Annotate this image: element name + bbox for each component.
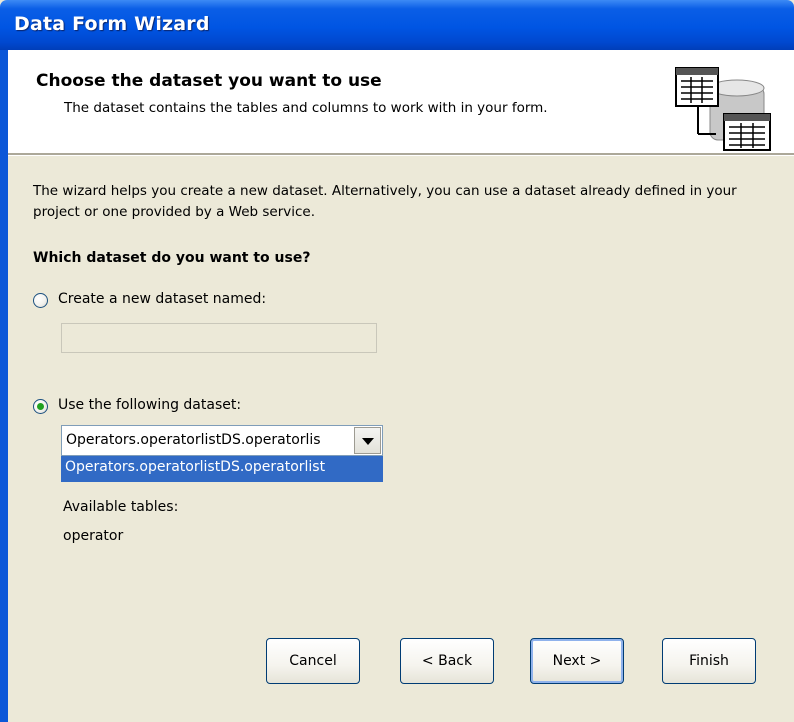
intro-text: The wizard helps you create a new datase…: [33, 183, 737, 220]
radio-use-existing[interactable]: [33, 399, 48, 414]
chevron-down-icon[interactable]: [354, 427, 381, 454]
window-frame-left: [0, 50, 8, 722]
cancel-button[interactable]: Cancel: [266, 638, 360, 684]
dataset-dropdown-item[interactable]: Operators.operatorlistDS.operatorlist: [61, 456, 383, 482]
radio-create-new[interactable]: [33, 293, 48, 308]
dataset-icon: [675, 67, 771, 151]
radio-create-new-label[interactable]: Create a new dataset named:: [58, 291, 266, 307]
next-button[interactable]: Next >: [530, 638, 624, 684]
header-subtitle: The dataset contains the tables and colu…: [64, 100, 548, 116]
dataset-combo[interactable]: Operators.operatorlistDS.operatorlis: [61, 425, 383, 456]
available-tables-label: Available tables:: [63, 499, 179, 515]
wizard-content: The wizard helps you create a new datase…: [8, 156, 794, 722]
new-dataset-name-input: [61, 323, 377, 353]
radio-use-existing-label[interactable]: Use the following dataset:: [58, 397, 241, 413]
wizard-header: Choose the dataset you want to use The d…: [8, 50, 794, 153]
finish-button[interactable]: Finish: [662, 638, 756, 684]
radio-selected-dot: [37, 403, 44, 410]
back-button[interactable]: < Back: [400, 638, 494, 684]
table-item: operator: [63, 528, 124, 544]
title-bar[interactable]: Data Form Wizard: [0, 0, 794, 50]
window-title: Data Form Wizard: [14, 13, 210, 35]
question-label: Which dataset do you want to use?: [33, 250, 311, 266]
dataset-combo-value: Operators.operatorlistDS.operatorlis: [66, 432, 321, 448]
header-title: Choose the dataset you want to use: [36, 71, 382, 91]
